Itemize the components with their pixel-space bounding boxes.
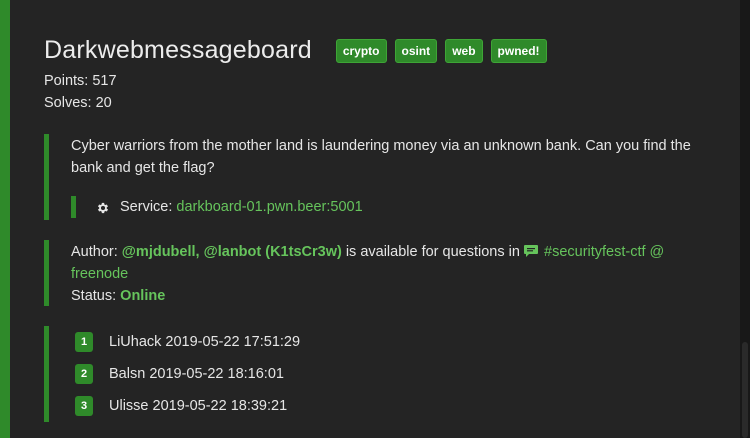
solves-list: 1 LiUhack 2019-05-22 17:51:29 2 Balsn 20… [44,326,704,422]
list-item: 2 Balsn 2019-05-22 18:16:01 [71,358,704,390]
description-block: Cyber warriors from the mother land is l… [44,134,704,220]
chat-icon [523,242,538,257]
service-link[interactable]: darkboard-01.pwn.beer:5001 [176,196,362,218]
list-item: 3 Ulisse 2019-05-22 18:39:21 [71,390,704,422]
challenge-description: Cyber warriors from the mother land is l… [71,138,691,176]
scrollbar[interactable] [740,0,750,438]
status-badge: Online [120,288,166,304]
tag-osint[interactable]: osint [394,38,438,63]
service-block: Service: darkboard-01.pwn.beer:5001 [71,196,704,218]
solve-time: 2019-05-22 18:39:21 [152,398,288,414]
solve-time: 2019-05-22 17:51:29 [165,334,301,350]
challenge-card: Darkwebmessageboard crypto osint web pwn… [0,0,740,438]
rank-badge: 3 [75,396,93,416]
solve-time: 2019-05-22 18:16:01 [149,366,284,382]
tag-web[interactable]: web [445,38,483,63]
author-middle-text: is available for questions in [345,244,520,260]
author-block: Author: @mjdubell, @lanbot (K1tsCr3w) is… [44,240,704,306]
tag-pwned[interactable]: pwned! [490,38,547,63]
tag-crypto[interactable]: crypto [335,38,387,63]
list-item: 1 LiUhack 2019-05-22 17:51:29 [71,326,704,358]
points-label: Points: 517 [44,73,117,89]
status-label: Status: [71,288,117,304]
title-row: Darkwebmessageboard crypto osint web pwn… [44,36,555,65]
solve-team: Ulisse [109,398,149,414]
author-prefix: Author: [71,244,118,260]
solve-team: Balsn [109,366,146,382]
author-line: Author: @mjdubell, @lanbot (K1tsCr3w) is… [71,240,701,285]
service-label: Service: [120,199,173,215]
rank-badge: 1 [75,332,93,352]
solve-team: LiUhack [109,334,162,350]
gear-icon [96,200,110,214]
solves-label: Solves: 20 [44,95,112,111]
scrollbar-thumb[interactable] [742,342,748,438]
challenge-title: Darkwebmessageboard [44,36,312,64]
status-line: Status: Online [71,285,704,307]
rank-badge: 2 [75,364,93,384]
author-names-link[interactable]: @mjdubell, @lanbot (K1tsCr3w) [122,244,342,260]
